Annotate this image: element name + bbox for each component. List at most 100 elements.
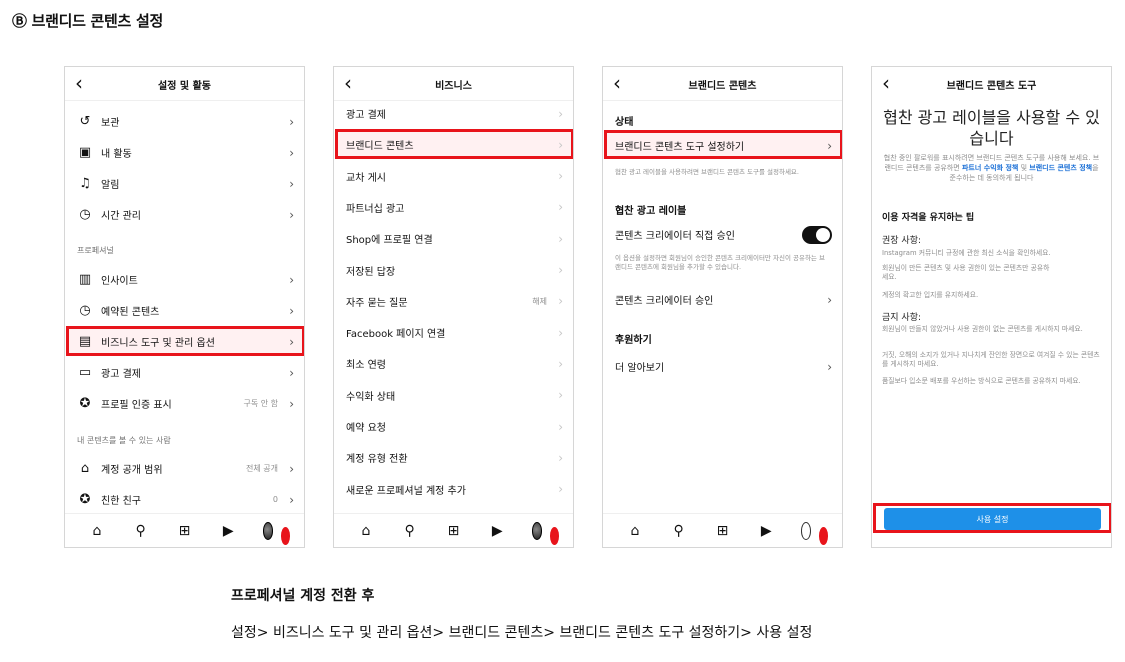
chevron-right-icon: › — [827, 292, 832, 307]
search-icon[interactable]: ⚲ — [670, 522, 688, 540]
chevron-right-icon: › — [558, 137, 563, 152]
chevron-right-icon: › — [289, 207, 294, 222]
chevron-right-icon: › — [558, 169, 563, 184]
menu-item-label: 친한 친구 — [101, 496, 141, 507]
reels-icon[interactable]: ▶ — [757, 522, 775, 540]
create-icon[interactable]: ⊞ — [175, 522, 193, 540]
archive-icon: ↺ — [79, 114, 91, 129]
menu-item-scheduled[interactable]: ◷ 예약된 콘텐츠 › — [65, 295, 304, 326]
home-icon[interactable]: ⌂ — [626, 522, 644, 540]
recommended-tip: Instagram 커뮤니티 규정에 관한 최신 소식을 확인하세요. — [882, 249, 1051, 257]
menu-item-label: 인사이트 — [101, 276, 138, 287]
menu-item-time[interactable]: ◷ 시간 관리 › — [65, 199, 304, 230]
approval-description: 이 옵션을 설정하면 회원님이 승인한 콘텐츠 크리에이터만 자신이 공유하는 … — [615, 254, 825, 271]
menu-item-label: 교차 게시 — [346, 172, 386, 184]
bottom-nav: ⌂ ⚲ ⊞ ▶ — [65, 513, 304, 547]
menu-item-business-tools[interactable]: ▤ 비즈니스 도구 및 관리 옵션 › — [65, 326, 304, 357]
menu-item-booking-requests[interactable]: 예약 요청 › — [334, 411, 573, 442]
search-icon[interactable]: ⚲ — [132, 522, 150, 540]
create-icon[interactable]: ⊞ — [444, 522, 462, 540]
screen-title: 브랜디드 콘텐츠 — [688, 81, 757, 92]
menu-item-ad-payments[interactable]: 광고 결제 › — [334, 98, 573, 129]
section-title: Ⓑ 브랜디드 콘텐츠 설정 — [12, 12, 163, 30]
menu-item-add-professional-account[interactable]: 새로운 프로페셔널 계정 추가 › — [334, 474, 573, 505]
direct-approval-toggle[interactable] — [802, 225, 832, 244]
bottom-nav: ⌂ ⚲ ⊞ ▶ — [334, 513, 573, 547]
menu-item-crossposting[interactable]: 교차 게시 › — [334, 161, 573, 192]
prohibited-tip: 품질보다 입소문 배포를 우선하는 방식으로 콘텐츠를 공유하지 마세요. — [882, 377, 1081, 385]
menu-item-label: 프로필 인증 표시 — [101, 400, 172, 411]
branded-content-tools-screen: ‹ 브랜디드 콘텐츠 도구 협찬 광고 레이블을 사용할 수 있습니다 협찬 중… — [871, 66, 1112, 548]
menu-item-verified[interactable]: ✪ 프로필 인증 표시 구독 안 함 › — [65, 388, 304, 419]
profile-icon[interactable] — [532, 521, 560, 545]
menu-item-faq[interactable]: 자주 묻는 질문 해제 › — [334, 286, 573, 317]
enable-button[interactable]: 사용 설정 — [884, 508, 1101, 530]
setup-description: 협찬 광고 레이블을 사용하려면 브랜디드 콘텐츠 도구를 설정하세요. — [615, 168, 799, 176]
business-screen: ‹ 비즈니스 광고 결제 › 브랜디드 콘텐츠 › 교차 게시 › 파트너십 광고 › Shop… — [333, 66, 574, 548]
learn-more-row[interactable]: 더 알아보기 › — [603, 351, 842, 382]
menu-item-label: 계정 공개 범위 — [101, 465, 163, 476]
menu-item-label: Shop에 프로필 연결 — [346, 235, 433, 247]
star-icon: ✪ — [79, 492, 91, 507]
bell-icon: ♫ — [79, 176, 91, 191]
section-header-professional: 프로페셔널 — [77, 246, 114, 255]
menu-item-label: 수익화 상태 — [346, 391, 396, 403]
menu-item-activity[interactable]: ▣ 내 활동 › — [65, 137, 304, 168]
intro-text: 협찬 중인 팔로워를 표시하려면 브랜디드 콘텐츠 도구를 사용해 보세요. 브… — [882, 153, 1101, 183]
label-heading: 협찬 광고 레이블 — [615, 206, 687, 217]
branded-content-policy-link[interactable]: 브랜디드 콘텐츠 정책 — [1029, 164, 1092, 172]
reels-icon[interactable]: ▶ — [219, 522, 237, 540]
menu-item-label: 최소 연령 — [346, 360, 386, 372]
menu-item-archive[interactable]: ↺ 보관 › — [65, 106, 304, 137]
screen-title: 설정 및 활동 — [158, 81, 211, 92]
menu-item-label: 광고 결제 — [346, 110, 386, 121]
menu-item-shop-profile[interactable]: Shop에 프로필 연결 › — [334, 223, 573, 254]
caption-heading: 프로페셔널 계정 전환 후 — [231, 588, 375, 604]
profile-icon[interactable] — [263, 521, 291, 545]
direct-approval-row: 콘텐츠 크리에이터 직접 승인 — [603, 219, 842, 250]
menu-item-account-privacy[interactable]: ⌂ 계정 공개 범위 전체 공개 › — [65, 453, 304, 484]
menu-item-label: 예약 요청 — [346, 423, 386, 434]
screen-title: 브랜디드 콘텐츠 도구 — [946, 81, 1037, 92]
intro-part: 및 — [1018, 164, 1030, 172]
menu-item-label: 새로운 프로페셔널 계정 추가 — [346, 485, 466, 497]
menu-item-switch-account-type[interactable]: 계정 유형 전환 › — [334, 442, 573, 473]
menu-item-notifications[interactable]: ♫ 알림 › — [65, 168, 304, 199]
menu-item-ad-payments[interactable]: ▭ 광고 결제 › — [65, 357, 304, 388]
menu-item-close-friends[interactable]: ✪ 친한 친구 0 › — [65, 484, 304, 515]
home-icon[interactable]: ⌂ — [357, 522, 375, 540]
recommended-tip: 계정의 확고한 입지를 유지하세요. — [882, 291, 979, 299]
screen-title: 비즈니스 — [435, 81, 472, 92]
create-icon[interactable]: ⊞ — [713, 522, 731, 540]
menu-item-insights[interactable]: ▥ 인사이트 › — [65, 264, 304, 295]
menu-item-saved-replies[interactable]: 저장된 답장 › — [334, 255, 573, 286]
menu-item-label: 저장된 답장 — [346, 266, 396, 278]
home-icon[interactable]: ⌂ — [88, 522, 106, 540]
direct-approval-label: 콘텐츠 크리에이터 직접 승인 — [615, 231, 735, 242]
chevron-right-icon: › — [289, 114, 294, 129]
chevron-right-icon: › — [289, 303, 294, 318]
setup-branded-content-tools[interactable]: 브랜디드 콘텐츠 도구 설정하기 › — [603, 130, 842, 161]
menu-item-label: 파트너십 광고 — [346, 203, 405, 215]
profile-icon[interactable] — [801, 521, 829, 545]
reels-icon[interactable]: ▶ — [488, 522, 506, 540]
menu-item-minimum-age[interactable]: 최소 연령 › — [334, 348, 573, 379]
status-heading: 상태 — [615, 117, 634, 128]
chart-icon: ▥ — [78, 272, 92, 287]
chevron-right-icon: › — [827, 359, 832, 374]
creator-approval-row[interactable]: 콘텐츠 크리에이터 승인 › — [603, 284, 842, 315]
menu-item-label: 광고 결제 — [101, 369, 141, 380]
menu-item-label: 보관 — [101, 118, 120, 129]
menu-item-branded-content[interactable]: 브랜디드 콘텐츠 › — [334, 129, 573, 160]
partner-monetization-policy-link[interactable]: 파트너 수익화 정책 — [962, 164, 1018, 172]
menu-item-facebook-page[interactable]: Facebook 페이지 연결 › — [334, 317, 573, 348]
page-heading: 협찬 광고 레이블을 사용할 수 있습니다 — [883, 108, 1100, 148]
activity-icon: ▣ — [78, 145, 92, 160]
menu-item-monetization-status[interactable]: 수익화 상태 › — [334, 380, 573, 411]
menu-item-partnership-ads[interactable]: 파트너십 광고 › — [334, 192, 573, 223]
chevron-right-icon: › — [558, 106, 563, 121]
clock-icon: ◷ — [79, 303, 91, 318]
search-icon[interactable]: ⚲ — [401, 522, 419, 540]
menu-item-label: 비즈니스 도구 및 관리 옵션 — [101, 338, 215, 349]
chevron-right-icon: › — [558, 325, 563, 340]
